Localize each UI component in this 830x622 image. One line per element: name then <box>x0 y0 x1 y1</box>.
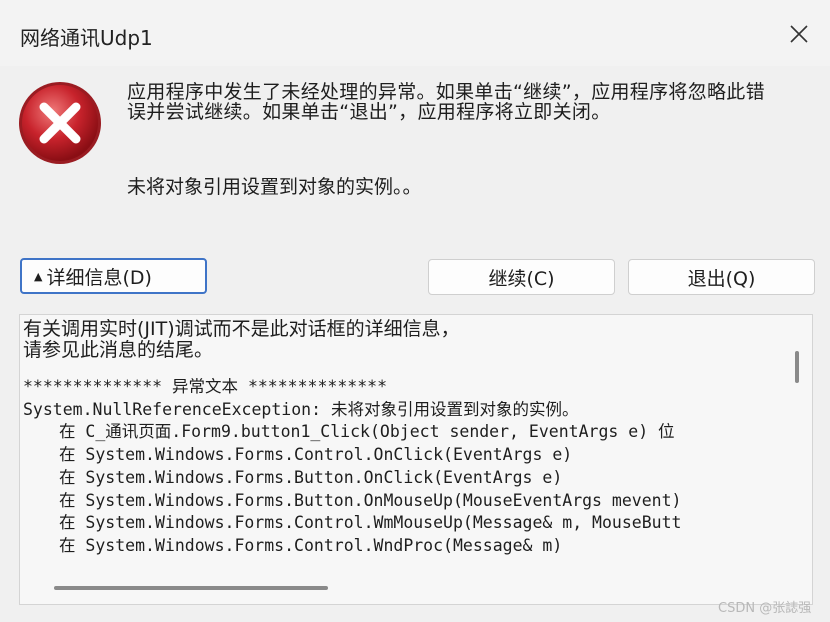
continue-button-label: 继续(C) <box>488 267 555 290</box>
title-bar: 网络通讯Udp1 <box>0 0 830 66</box>
triangle-up-icon: ▲ <box>34 269 43 283</box>
horizontal-scrollbar[interactable] <box>54 586 328 590</box>
watermark: CSDN @张誌强 <box>718 601 812 616</box>
stack-frame: 在 System.Windows.Forms.Control.WmMouseUp… <box>59 513 682 533</box>
details-intro-line-2: 请参见此消息的结尾。 <box>23 339 214 361</box>
stack-frame: 在 System.Windows.Forms.Button.OnMouseUp(… <box>59 490 682 510</box>
stack-frame: 在 System.Windows.Forms.Button.OnClick(Ev… <box>59 467 563 487</box>
details-button-label: 详细信息(D) <box>46 266 152 289</box>
details-button[interactable]: ▲ 详细信息(D) <box>20 258 207 294</box>
close-button[interactable] <box>776 14 822 54</box>
stack-frame: 在 System.Windows.Forms.Control.OnClick(E… <box>59 445 573 465</box>
exception-summary: 未将对象引用设置到对象的实例。。 <box>127 176 422 198</box>
stack-frame: 在 System.Windows.Forms.Control.WndProc(M… <box>59 535 563 555</box>
section-header: ************** 异常文本 ************** <box>23 377 388 396</box>
vertical-scrollbar[interactable] <box>795 351 799 383</box>
stack-frame: 在 C_通讯页面.Form9.button1_Click(Object send… <box>59 422 675 442</box>
continue-button[interactable]: 继续(C) <box>428 259 615 295</box>
exception-line: System.NullReferenceException: 未将对象引用设置到… <box>23 399 579 419</box>
details-content: 有关调用实时(JIT)调试而不是此对话框的详细信息， 请参见此消息的结尾。 **… <box>23 319 783 571</box>
error-message: 应用程序中发生了未经处理的异常。如果单击“继续”，应用程序将忽略此错误并尝试继续… <box>127 81 765 123</box>
quit-button[interactable]: 退出(Q) <box>628 259 815 295</box>
quit-button-label: 退出(Q) <box>687 267 756 290</box>
error-dialog: 网络通讯Udp1 应用程序中发生了未经处理的异常。如果单击“继续”，应用程序将忽… <box>0 0 830 622</box>
close-icon <box>790 25 808 43</box>
window-title: 网络通讯Udp1 <box>20 26 153 50</box>
details-intro-line-1: 有关调用实时(JIT)调试而不是此对话框的详细信息， <box>23 319 460 340</box>
details-textbox[interactable]: 有关调用实时(JIT)调试而不是此对话框的详细信息， 请参见此消息的结尾。 **… <box>19 314 813 605</box>
error-icon <box>19 82 101 164</box>
